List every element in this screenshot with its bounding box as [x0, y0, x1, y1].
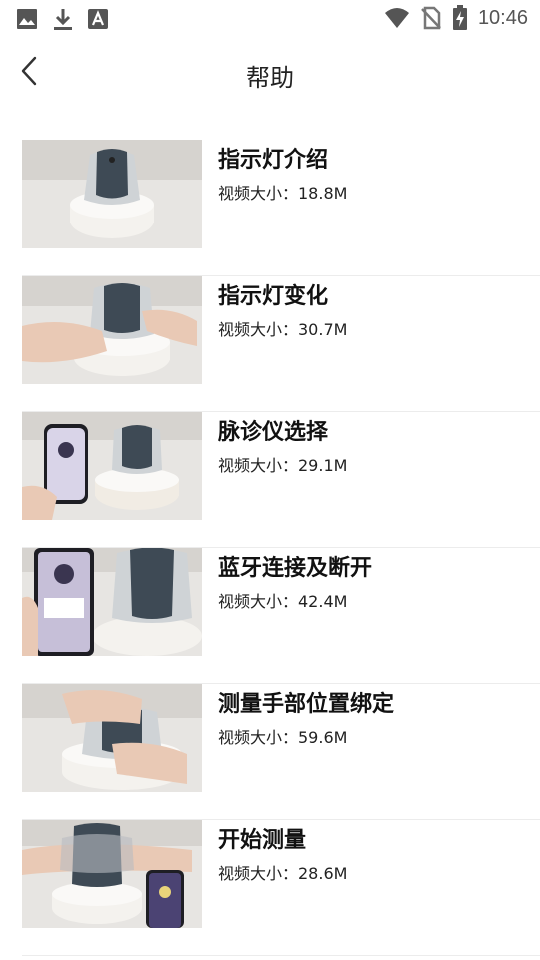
video-thumbnail — [22, 412, 202, 520]
page-title: 帮助 — [246, 64, 294, 92]
video-title: 指示灯变化 — [218, 284, 329, 309]
image-icon — [16, 8, 38, 30]
video-list-item[interactable]: 指示灯介绍 视频大小：18.8M — [22, 140, 540, 276]
video-thumbnail — [22, 820, 202, 928]
video-title: 脉诊仪选择 — [218, 420, 329, 445]
video-size: 视频大小：59.6M — [218, 728, 348, 747]
video-size: 视频大小：28.6M — [218, 864, 348, 883]
video-size: 视频大小：29.1M — [218, 456, 348, 475]
video-thumbnail — [22, 548, 202, 656]
video-list-item[interactable]: 开始测量 视频大小：28.6M — [22, 820, 540, 956]
video-title: 开始测量 — [218, 828, 307, 853]
video-list-item[interactable]: 指示灯变化 视频大小：30.7M — [22, 276, 540, 412]
video-thumbnail — [22, 276, 202, 384]
font-a-icon — [88, 9, 108, 29]
video-thumbnail — [22, 684, 202, 792]
video-size: 视频大小：18.8M — [218, 184, 348, 203]
video-title: 蓝牙连接及断开 — [218, 556, 373, 581]
video-title: 测量手部位置绑定 — [218, 692, 395, 717]
video-list-item[interactable]: 脉诊仪选择 视频大小：29.1M — [22, 412, 540, 548]
video-thumbnail — [22, 140, 202, 248]
video-list-item[interactable]: 测量手部位置绑定 视频大小：59.6M — [22, 684, 540, 820]
video-list: 指示灯介绍 视频大小：18.8M 指示灯变化 视频大小：30.7M 脉诊仪选择 … — [22, 140, 540, 956]
wifi-icon — [384, 7, 410, 29]
video-title: 指示灯介绍 — [218, 148, 329, 173]
app-header: 帮助 — [0, 36, 540, 110]
download-icon — [52, 7, 74, 31]
status-time: 10:46 — [477, 6, 528, 29]
video-size: 视频大小：30.7M — [218, 320, 348, 339]
video-list-item[interactable]: 蓝牙连接及断开 视频大小：42.4M — [22, 548, 540, 684]
status-bar: 10:46 — [0, 0, 540, 36]
battery-charging-icon — [452, 5, 468, 31]
video-size: 视频大小：42.4M — [218, 592, 348, 611]
no-sim-icon — [420, 6, 442, 30]
